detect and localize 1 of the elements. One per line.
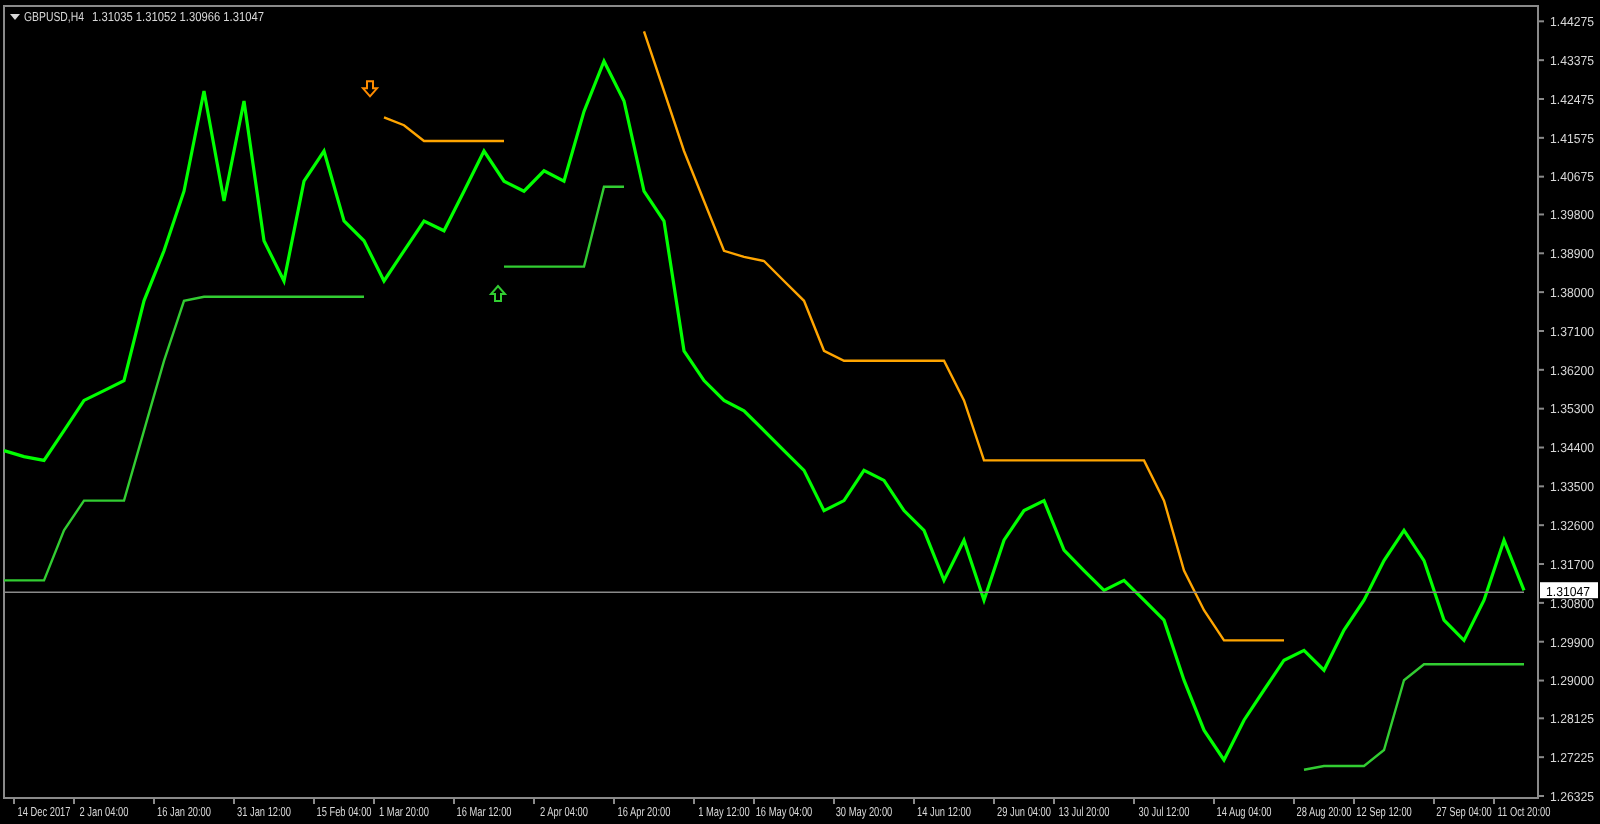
dropdown-icon[interactable] — [10, 14, 20, 20]
